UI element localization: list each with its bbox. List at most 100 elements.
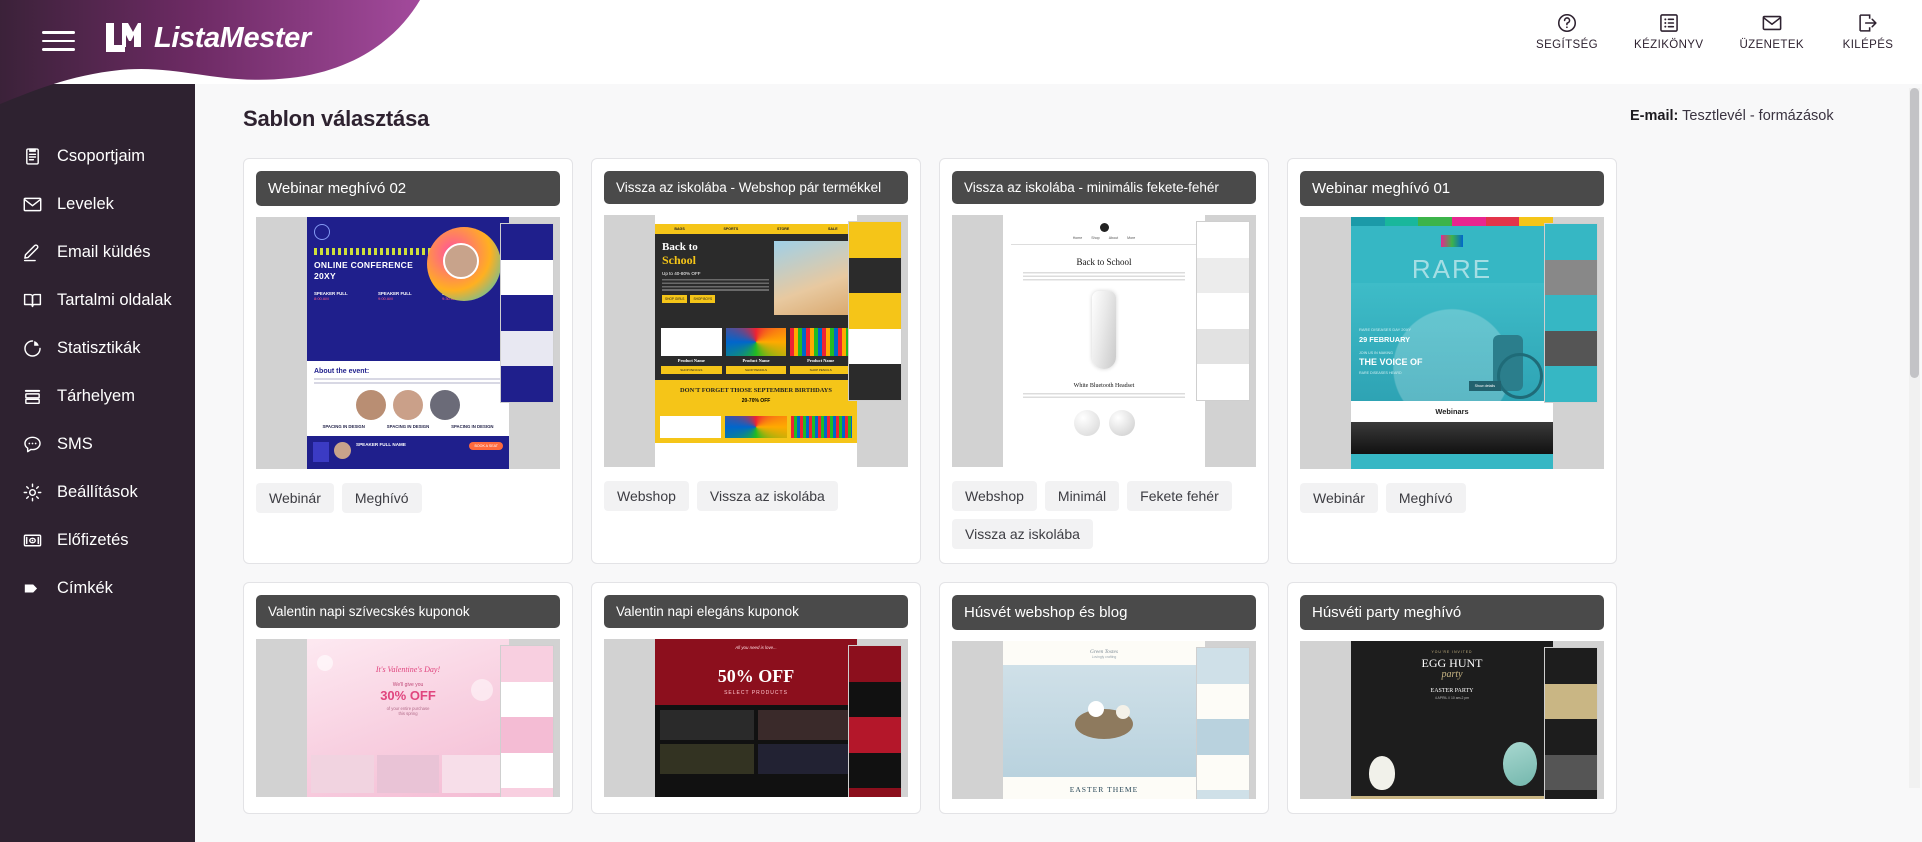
template-title[interactable]: Valentin napi szívecskés kuponok: [256, 595, 560, 628]
template-tag[interactable]: Fekete fehér: [1127, 481, 1232, 511]
brand-name: ListaMester: [154, 21, 311, 54]
template-tag[interactable]: Meghívó: [341, 483, 422, 513]
template-card[interactable]: Webinar meghívó 01 RARE RARE DISEASES DAY …: [1287, 158, 1617, 564]
sidebar-item-c-mk-k[interactable]: Címkék: [0, 564, 195, 612]
sidebar-item-email-k-ld-s[interactable]: Email küldés: [0, 228, 195, 276]
main-content: Sablon választása E-mail: Tesztlevél - f…: [195, 84, 1922, 842]
template-thumbnail-secondary: [848, 221, 902, 401]
topnav-logout-label: KILÉPÉS: [1842, 39, 1894, 51]
template-thumbnail-secondary: [1196, 221, 1250, 401]
sidebar: Csoportjaim Levelek Email küldés Tartalmi o…: [0, 0, 195, 842]
template-thumbnail: All you need is love... 50% OFF SELECT PRO…: [655, 639, 857, 797]
template-thumbnail-secondary: [1544, 647, 1598, 799]
template-thumbnail: BAGS SPORTS STORE SALE Back to School Up to 40…: [655, 215, 857, 467]
template-tag[interactable]: Vissza az iskolába: [952, 519, 1093, 549]
sidebar-item-el-fizet-s[interactable]: Előfizetés: [0, 516, 195, 564]
template-tags: Webinár Meghívó: [1300, 483, 1604, 513]
hamburger-icon[interactable]: [42, 28, 76, 54]
sidebar-item-tartalmi-oldalak[interactable]: Tartalmi oldalak: [0, 276, 195, 324]
template-card[interactable]: Valentin napi elegáns kuponok All you nee…: [591, 582, 921, 814]
template-thumbnail-secondary: [848, 645, 902, 797]
sidebar-item-label: Beállítások: [57, 482, 138, 501]
chat-bubble-icon: [24, 436, 41, 452]
sidebar-item-csoportjaim[interactable]: Csoportjaim: [0, 132, 195, 180]
brand-logo[interactable]: ListaMester: [102, 18, 311, 58]
template-tag[interactable]: Meghívó: [1385, 483, 1466, 513]
template-thumbnail-secondary: [1196, 647, 1250, 799]
template-title[interactable]: Webinar meghívó 02: [256, 171, 560, 206]
sidebar-item-statisztik-k[interactable]: Statisztikák: [0, 324, 195, 372]
template-title[interactable]: Húsvéti party meghívó: [1300, 595, 1604, 630]
sidebar-item-label: SMS: [57, 434, 93, 453]
top-nav: SEGÍTSÉG KÉZIKÖNYV ÜZENETEK KILÉPÉS: [1536, 12, 1896, 51]
template-preview[interactable]: RARE RARE DISEASES DAY 20XY 29 FEBRUARY JOI…: [1300, 217, 1604, 469]
list-book-icon: [1659, 14, 1678, 32]
template-tag[interactable]: Webshop: [952, 481, 1037, 511]
sidebar-item-label: Statisztikák: [57, 338, 141, 357]
template-tag[interactable]: Webinár: [256, 483, 334, 513]
template-tag[interactable]: Webinár: [1300, 483, 1378, 513]
topnav-logout[interactable]: KILÉPÉS: [1840, 12, 1896, 51]
template-thumbnail: Green Tostes Lovingly crafting EASTER THEM…: [1003, 641, 1205, 799]
template-card[interactable]: Webinar meghívó 02 ONLINE CONFERENCE 20XY…: [243, 158, 573, 564]
sidebar-item-label: Címkék: [57, 578, 113, 597]
sidebar-item-label: Csoportjaim: [57, 146, 146, 165]
template-preview[interactable]: YOU'RE INVITED EGG HUNT party EASTER PARTY 4…: [1300, 641, 1604, 799]
sidebar-item-label: Email küldés: [57, 242, 151, 261]
email-value: Tesztlevél - formázások: [1682, 108, 1834, 124]
template-preview[interactable]: Home Shop About More Back to School White Blu…: [952, 215, 1256, 467]
template-title[interactable]: Vissza az iskolába - minimális fekete-fe…: [952, 171, 1256, 204]
template-preview[interactable]: It's Valentine's Day! We'll give you 30% O…: [256, 639, 560, 797]
page-scrollbar[interactable]: [1909, 88, 1920, 788]
email-label: E-mail:: [1630, 108, 1679, 124]
template-card[interactable]: Húsvéti party meghívó YOU'RE INVITED EGG H…: [1287, 582, 1617, 814]
question-circle-icon: [1558, 13, 1577, 33]
top-bar: ListaMester SEGÍTSÉG KÉZIKÖNYV ÜZENETEK …: [0, 0, 1922, 104]
scrollbar-thumb[interactable]: [1910, 88, 1919, 378]
template-card[interactable]: Vissza az iskolába - minimális fekete-fe…: [939, 158, 1269, 564]
lm-logo-icon: [106, 23, 141, 52]
sidebar-item-label: Előfizetés: [57, 530, 129, 549]
book-open-icon: [23, 293, 42, 307]
sidebar-item-be-ll-t-sok[interactable]: Beállítások: [0, 468, 195, 516]
sidebar-item-t-rhelyem[interactable]: Tárhelyem: [0, 372, 195, 420]
template-title[interactable]: Húsvét webshop és blog: [952, 595, 1256, 630]
topnav-help-label: SEGÍTSÉG: [1536, 39, 1599, 51]
template-thumbnail: It's Valentine's Day! We'll give you 30% O…: [307, 639, 509, 797]
template-preview[interactable]: BAGS SPORTS STORE SALE Back to School Up to 40…: [604, 215, 908, 467]
template-thumbnail: ONLINE CONFERENCE 20XY SPEAKER FULL 8:00 A…: [307, 217, 509, 469]
template-grid: Webinar meghívó 02 ONLINE CONFERENCE 20XY…: [195, 152, 1922, 814]
topnav-messages-label: ÜZENETEK: [1739, 39, 1804, 51]
topnav-messages[interactable]: ÜZENETEK: [1739, 12, 1804, 51]
topnav-help[interactable]: SEGÍTSÉG: [1536, 12, 1598, 51]
template-thumbnail-secondary: [500, 223, 554, 403]
topnav-manual[interactable]: KÉZIKÖNYV: [1634, 12, 1703, 51]
template-thumbnail: RARE RARE DISEASES DAY 20XY 29 FEBRUARY JOI…: [1351, 217, 1553, 469]
topnav-manual-label: KÉZIKÖNYV: [1634, 39, 1704, 51]
sidebar-item-sms[interactable]: SMS: [0, 420, 195, 468]
exit-arrow-icon: [1859, 14, 1877, 32]
pencil-icon: [23, 243, 39, 261]
page-title: Sablon választása: [243, 106, 430, 131]
template-card[interactable]: Valentin napi szívecskés kuponok It's Val…: [243, 582, 573, 814]
template-preview[interactable]: ONLINE CONFERENCE 20XY SPEAKER FULL 8:00 A…: [256, 217, 560, 469]
template-title[interactable]: Vissza az iskolába - Webshop pár termékk…: [604, 171, 908, 204]
template-tags: Webinár Meghívó: [256, 483, 560, 513]
template-tag[interactable]: Minimál: [1044, 481, 1120, 511]
template-thumbnail: Home Shop About More Back to School White Blu…: [1003, 215, 1205, 467]
template-preview[interactable]: Green Tostes Lovingly crafting EASTER THEM…: [952, 641, 1256, 799]
template-tag[interactable]: Vissza az iskolába: [696, 481, 838, 511]
template-card[interactable]: Húsvét webshop és blog Green Tostes Loving…: [939, 582, 1269, 814]
template-card[interactable]: Vissza az iskolába - Webshop pár termékk…: [591, 158, 921, 564]
template-preview[interactable]: All you need is love... 50% OFF SELECT PRO…: [604, 639, 908, 797]
template-tags: Webshop Minimál Fekete fehér Vissza az isko…: [952, 481, 1256, 549]
template-title[interactable]: Valentin napi elegáns kuponok: [604, 595, 908, 628]
sidebar-item-label: Levelek: [57, 194, 114, 213]
tag-icon: [24, 583, 38, 593]
template-thumbnail-secondary: [500, 645, 554, 797]
sidebar-item-levelek[interactable]: Levelek: [0, 180, 195, 228]
banknote-icon: [23, 534, 42, 546]
template-tag[interactable]: Webshop: [604, 481, 689, 511]
template-title[interactable]: Webinar meghívó 01: [1300, 171, 1604, 206]
email-info: E-mail: Tesztlevél - formázások: [1630, 106, 1860, 127]
